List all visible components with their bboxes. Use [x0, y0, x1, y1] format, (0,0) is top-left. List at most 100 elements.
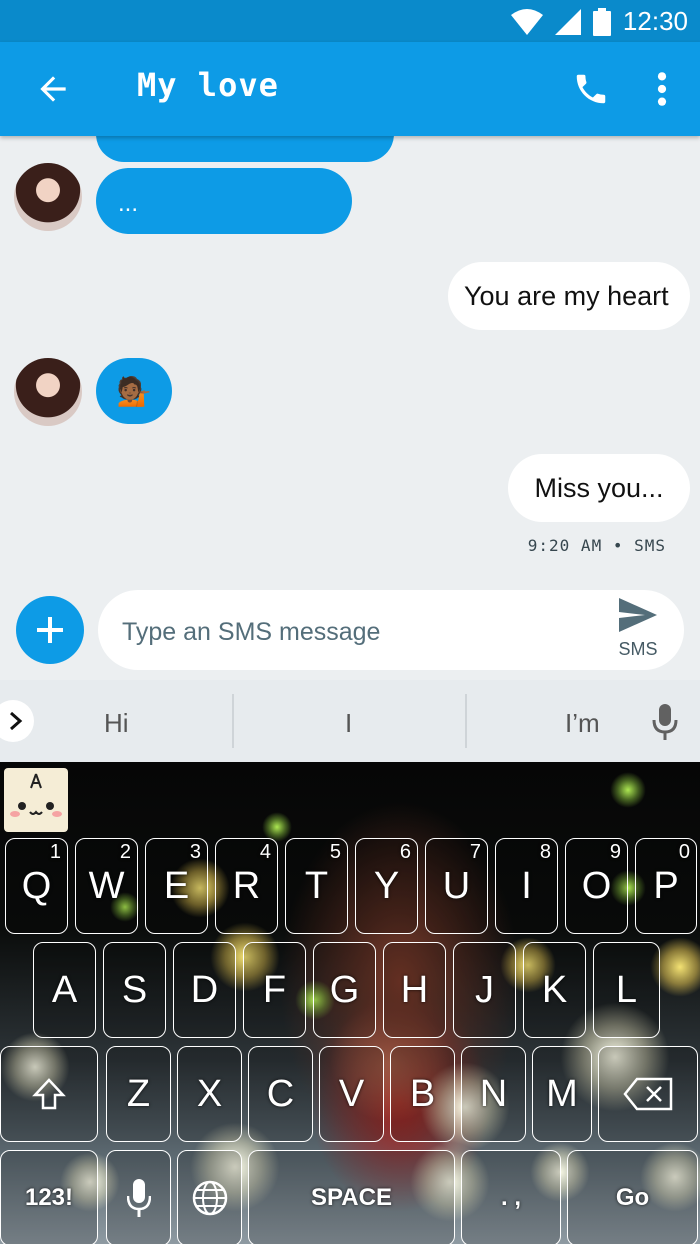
key-label: Z: [126, 1072, 151, 1115]
key-hint: 4: [259, 841, 271, 863]
key-l[interactable]: L: [593, 942, 660, 1038]
microphone-icon[interactable]: [652, 704, 678, 740]
attach-button[interactable]: [16, 596, 84, 664]
incoming-message[interactable]: ...: [96, 168, 352, 234]
key-b[interactable]: B: [390, 1046, 455, 1142]
message-timestamp: 9:20 AM • SMS: [527, 536, 666, 555]
key-v[interactable]: V: [319, 1046, 384, 1142]
language-key[interactable]: [177, 1150, 242, 1244]
key-z[interactable]: Z: [106, 1046, 171, 1142]
key-hint: 7: [469, 841, 481, 863]
expand-toolbar-button[interactable]: [0, 700, 34, 742]
message-text: Miss you...: [534, 472, 664, 503]
punctuation-key[interactable]: . ,: [461, 1150, 561, 1244]
key-p[interactable]: P0: [635, 838, 697, 934]
wifi-icon: [510, 8, 543, 35]
key-e[interactable]: E3: [145, 838, 208, 934]
message-list[interactable]: ... You are my heart 💁🏾 Miss you... 9:20…: [0, 136, 700, 580]
key-hint: 5: [329, 841, 341, 863]
outgoing-message[interactable]: Miss you...: [508, 454, 690, 522]
app-bar: My love: [0, 42, 700, 136]
key-d[interactable]: D: [173, 942, 236, 1038]
key-u[interactable]: U7: [425, 838, 488, 934]
space-key[interactable]: SPACE: [248, 1150, 455, 1244]
shift-arrow-icon: [32, 1078, 66, 1110]
key-y[interactable]: Y6: [355, 838, 418, 934]
suggestion-3[interactable]: I’m: [565, 708, 600, 739]
incoming-message-clipped[interactable]: [96, 136, 394, 162]
key-label: G: [329, 968, 360, 1011]
key-label: 123!: [24, 1184, 74, 1211]
contact-avatar[interactable]: [14, 358, 82, 426]
key-label: I: [521, 864, 532, 907]
send-button[interactable]: SMS: [608, 598, 668, 659]
key-label: S: [121, 968, 148, 1011]
key-label: E: [163, 864, 190, 907]
key-n[interactable]: N: [461, 1046, 526, 1142]
suggestion-2[interactable]: I: [345, 708, 352, 739]
conversation-title: My love: [137, 66, 279, 104]
emoji-keyboard-button[interactable]: [4, 768, 68, 832]
suggestion-1[interactable]: Hi: [104, 708, 129, 739]
key-label: O: [581, 864, 612, 907]
key-m[interactable]: M: [532, 1046, 592, 1142]
microphone-icon: [126, 1179, 151, 1217]
battery-icon: [592, 7, 611, 36]
globe-icon: [192, 1180, 227, 1216]
key-hint: 6: [399, 841, 411, 863]
go-key[interactable]: Go: [567, 1150, 698, 1244]
suggestion-strip: Hi I I’m: [0, 680, 700, 762]
key-label: Y: [373, 864, 400, 907]
outgoing-message[interactable]: You are my heart: [448, 262, 690, 330]
key-x[interactable]: X: [177, 1046, 242, 1142]
key-hint: 1: [49, 841, 61, 863]
key-hint: 8: [539, 841, 551, 863]
key-label: SPACE: [311, 1184, 392, 1211]
key-f[interactable]: F: [243, 942, 306, 1038]
key-label: R: [232, 864, 261, 907]
key-label: Go: [615, 1184, 650, 1211]
glow-particle: [610, 772, 646, 808]
key-r[interactable]: R4: [215, 838, 278, 934]
key-label: B: [409, 1072, 436, 1115]
key-label: H: [400, 968, 429, 1011]
symbols-key[interactable]: 123!: [0, 1150, 98, 1244]
key-q[interactable]: Q1: [5, 838, 68, 934]
voice-input-key[interactable]: [106, 1150, 171, 1244]
key-label: U: [442, 864, 471, 907]
incoming-emoji-message[interactable]: 💁🏾: [96, 358, 172, 424]
key-o[interactable]: O9: [565, 838, 628, 934]
key-label: N: [479, 1072, 508, 1115]
divider: [232, 694, 234, 748]
backspace-key[interactable]: [598, 1046, 698, 1142]
plus-icon: [37, 617, 63, 643]
key-a[interactable]: A: [33, 942, 96, 1038]
key-j[interactable]: J: [453, 942, 516, 1038]
chevron-right-icon: [10, 711, 23, 731]
emoji: 💁🏾: [116, 375, 152, 407]
send-label: SMS: [618, 639, 658, 659]
message-input[interactable]: Type an SMS message SMS: [98, 590, 684, 670]
key-k[interactable]: K: [523, 942, 586, 1038]
key-hint: 3: [189, 841, 201, 863]
key-hint: 2: [119, 841, 131, 863]
key-g[interactable]: G: [313, 942, 376, 1038]
key-s[interactable]: S: [103, 942, 166, 1038]
more-options-icon[interactable]: [652, 70, 672, 108]
shift-key[interactable]: [0, 1046, 98, 1142]
back-arrow-icon[interactable]: [34, 70, 72, 108]
kawaii-face-icon: [10, 773, 62, 817]
divider: [465, 694, 467, 748]
key-t[interactable]: T5: [285, 838, 348, 934]
cell-signal-icon: [554, 8, 581, 35]
key-c[interactable]: C: [248, 1046, 313, 1142]
contact-avatar[interactable]: [14, 163, 82, 231]
clock: 12:30: [622, 6, 688, 36]
key-i[interactable]: I8: [495, 838, 558, 934]
key-hint: 9: [609, 841, 621, 863]
key-label: J: [475, 968, 494, 1011]
key-w[interactable]: W2: [75, 838, 138, 934]
phone-icon[interactable]: [572, 70, 610, 108]
key-h[interactable]: H: [383, 942, 446, 1038]
message-text: ...: [118, 190, 139, 217]
